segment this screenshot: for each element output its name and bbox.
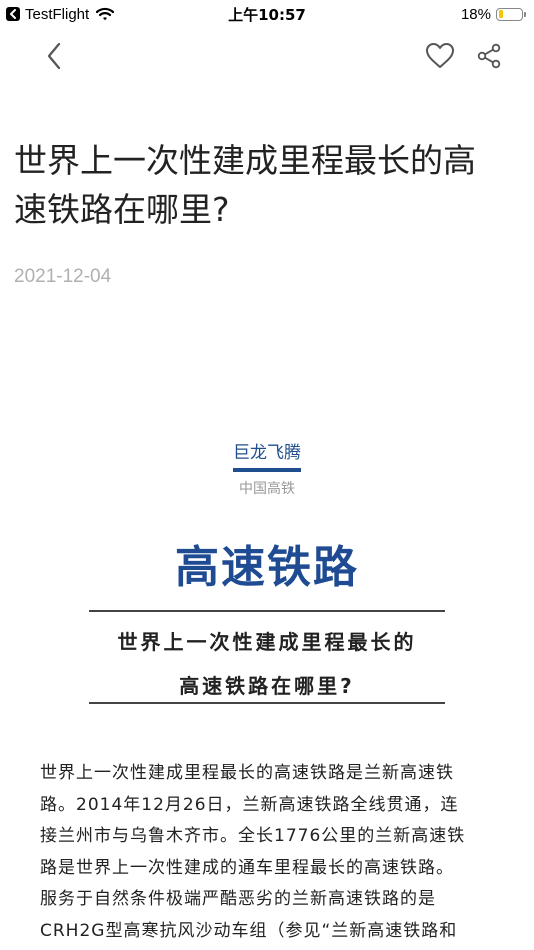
like-button[interactable] (422, 40, 458, 72)
subheading-line: 世界上一次性建成里程最长的 (117, 630, 417, 654)
back-button[interactable] (40, 40, 68, 72)
body-line: 接兰州市与乌鲁木齐市。全长1776公里的兰新高速铁 (40, 826, 466, 846)
battery-cap (524, 11, 526, 17)
divider (89, 610, 445, 612)
share-icon (477, 43, 501, 69)
article-title-line: 世界上一次性建成里程最长的高 (14, 141, 476, 180)
battery-icon (496, 7, 523, 21)
share-button[interactable] (472, 40, 506, 72)
battery-fill (498, 10, 503, 18)
brand-name: 巨龙飞腾 (233, 442, 301, 472)
article-body: 世界上一次性建成里程最长的高速铁路是兰新高速铁 路。2014年12月26日，兰新… (40, 758, 498, 947)
body-line: CRH2G型高寒抗风沙动车组（参见“兰新高速铁路和 (40, 920, 458, 941)
status-bar: TestFlight 上午10:57 18% (0, 0, 534, 28)
battery-percent: 18% (460, 5, 491, 23)
body-line: 服务于自然条件极端严酷恶劣的兰新高速铁路的是 (40, 889, 436, 909)
nav-bar (0, 34, 534, 78)
body-line: 世界上一次性建成里程最长的高速铁路是兰新高速铁 (40, 763, 454, 783)
article-title-line: 速铁路在哪里? (14, 190, 230, 229)
brand-block: 巨龙飞腾 中国高铁 (0, 442, 534, 498)
brand-subtitle: 中国高铁 (239, 481, 295, 497)
chevron-left-icon (47, 42, 61, 70)
article-title: 世界上一次性建成里程最长的高 速铁路在哪里? (14, 136, 524, 234)
body-line: 路是世界上一次性建成的通车里程最长的高速铁路。 (40, 857, 454, 878)
divider (89, 702, 445, 704)
content-headline: 高速铁路 (175, 542, 359, 593)
body-line: 路。2014年12月26日，兰新高速铁路全线贯通，连 (40, 794, 459, 815)
battery-indicator: 18% (461, 4, 526, 24)
status-time: 上午10:57 (228, 6, 306, 24)
article-date: 2021-12-04 (14, 266, 112, 287)
heart-icon (426, 43, 454, 68)
content-subheading: 世界上一次性建成里程最长的 高速铁路在哪里? (0, 620, 534, 708)
